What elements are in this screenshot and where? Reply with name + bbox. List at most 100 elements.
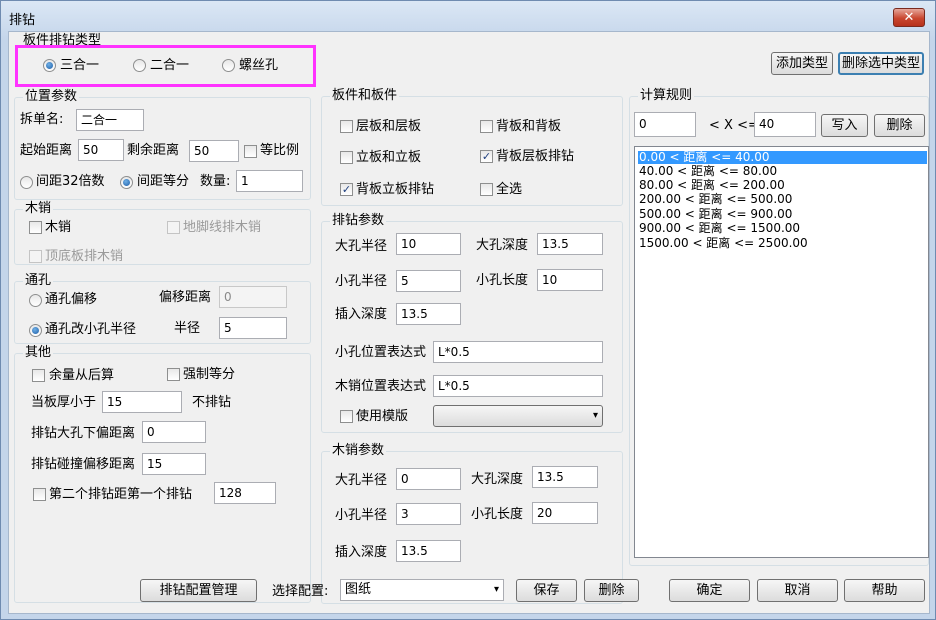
vert-vert-label[interactable]: 立板和立板 [356,150,421,166]
dialog-client: 板件排钻类型 三合一 二合一 螺丝孔 添加类型 删除选中类型 位置参数 拆单名:… [8,31,930,614]
big-offset-input[interactable]: 0 [142,421,206,443]
top-bottom-dowel-label: 顶底板排木销 [45,249,124,264]
spacing32-radio[interactable] [20,176,33,189]
split-name-input[interactable]: 二合一 [76,109,144,131]
chevron-down-icon: ▾ [493,584,499,595]
radio-erheyi[interactable] [133,59,146,72]
back-back-checkbox[interactable] [480,120,493,133]
spacing32-label[interactable]: 间距32倍数 [36,174,105,190]
radio-screw-hole-label[interactable]: 螺丝孔 [239,58,278,74]
skirting-dowel-checkbox[interactable] [167,221,180,234]
close-button[interactable]: ✕ [893,8,925,27]
offset-distance-label: 偏移距离 [159,290,212,305]
radio-sanheyi[interactable] [43,59,56,72]
radio-erheyi-label[interactable]: 二合一 [150,58,189,74]
rule-list[interactable]: 0.00 < 距离 <= 40.00 40.00 < 距离 <= 80.00 8… [634,146,929,558]
top-bottom-dowel-checkbox[interactable] [29,250,42,263]
small-radius-radio-label[interactable]: 通孔改小孔半径 [45,322,136,338]
rule-item[interactable]: 1500.00 < 距离 <= 2500.00 [638,237,809,250]
ok-button[interactable]: 确定 [669,579,750,602]
second-drill-input[interactable]: 128 [214,482,276,504]
big-offset-label: 排钻大孔下偏距离 [31,426,136,441]
delete-config-button[interactable]: 删除 [584,579,639,602]
force-equal-checkbox[interactable] [167,368,180,381]
save-button[interactable]: 保存 [516,579,577,602]
drill-small-radius-input[interactable]: 5 [396,270,461,292]
rule-item[interactable]: 500.00 < 距离 <= 900.00 [638,208,793,221]
equal-spacing-radio[interactable] [120,176,133,189]
remain-distance-input[interactable]: 50 [189,140,239,162]
offset-distance-input[interactable]: 0 [219,286,287,308]
drill-big-depth-input[interactable]: 13.5 [537,233,603,255]
drill-small-length-input[interactable]: 10 [537,269,603,291]
radio-screw-hole[interactable] [222,59,235,72]
select-all-label[interactable]: 全选 [496,182,522,198]
collision-offset-input[interactable]: 15 [142,453,206,475]
add-type-button[interactable]: 添加类型 [771,52,833,75]
dowel-checkbox-label[interactable]: 木销 [45,220,71,236]
back-layer-checkbox[interactable]: ✓ [480,150,493,163]
back-vert-label[interactable]: 背板立板排钻 [356,182,434,198]
count-input[interactable]: 1 [236,170,303,192]
radio-sanheyi-label[interactable]: 三合一 [60,58,99,74]
select-all-checkbox[interactable] [480,183,493,196]
rule-delete-button[interactable]: 删除 [874,114,925,137]
drill-params-label: 排钻参数 [330,213,387,229]
force-equal-label[interactable]: 强制等分 [183,367,235,383]
board-board-label: 板件和板件 [330,88,400,104]
rule-item[interactable]: 200.00 < 距离 <= 500.00 [638,193,793,206]
back-vert-checkbox[interactable]: ✓ [340,183,353,196]
drill-big-radius-input[interactable]: 10 [396,233,461,255]
dowel-pos-expr-input[interactable]: L*0.5 [433,375,603,397]
cancel-button[interactable]: 取消 [757,579,838,602]
dowel-group-label: 木销 [23,201,54,217]
dowel-small-length-label: 小孔长度 [471,507,524,522]
rule-min-input[interactable]: 0 [634,112,696,137]
config-manage-button[interactable]: 排钻配置管理 [140,579,257,602]
delete-selected-type-button[interactable]: 删除选中类型 [838,52,924,75]
proportional-checkbox[interactable] [244,145,257,158]
back-layer-label[interactable]: 背板层板排钻 [496,149,574,165]
remainder-label[interactable]: 余量从后算 [49,368,114,384]
rule-item[interactable]: 40.00 < 距离 <= 80.00 [638,165,778,178]
config-select[interactable]: 图纸 ▾ [340,579,504,601]
rule-item[interactable]: 80.00 < 距离 <= 200.00 [638,179,786,192]
dowel-insert-depth-label: 插入深度 [335,545,388,560]
through-offset-radio[interactable] [29,294,42,307]
template-select[interactable]: ▾ [433,405,603,427]
write-button[interactable]: 写入 [821,114,868,137]
help-button[interactable]: 帮助 [844,579,925,602]
dowel-checkbox[interactable] [29,221,42,234]
dowel-insert-depth-input[interactable]: 13.5 [396,540,461,562]
use-template-label[interactable]: 使用模版 [356,409,408,425]
second-drill-label[interactable]: 第二个排钻距第一个排钻 [49,487,192,503]
select-config-label: 选择配置: [272,584,329,599]
through-hole-group-label: 通孔 [23,273,54,289]
vert-vert-checkbox[interactable] [340,151,353,164]
small-radius-radio[interactable] [29,324,42,337]
layer-layer-label[interactable]: 层板和层板 [356,119,421,135]
rule-max-input[interactable]: 40 [754,112,816,137]
rule-item[interactable]: 900.00 < 距离 <= 1500.00 [638,222,801,235]
use-template-checkbox[interactable] [340,410,353,423]
dowel-big-depth-input[interactable]: 13.5 [532,466,598,488]
through-offset-label[interactable]: 通孔偏移 [45,292,97,308]
radius-input[interactable]: 5 [219,317,287,339]
back-back-label[interactable]: 背板和背板 [496,119,561,135]
rule-item[interactable]: 0.00 < 距离 <= 40.00 [638,151,927,164]
second-drill-checkbox[interactable] [33,488,46,501]
dowel-big-radius-input[interactable]: 0 [396,468,461,490]
start-distance-input[interactable]: 50 [78,139,124,161]
equal-spacing-label[interactable]: 间距等分 [137,174,189,190]
split-name-label: 拆单名: [20,112,64,127]
thickness-input[interactable]: 15 [102,391,182,413]
position-params-label: 位置参数 [23,89,80,105]
drill-insert-depth-input[interactable]: 13.5 [396,303,461,325]
small-pos-expr-input[interactable]: L*0.5 [433,341,603,363]
dowel-small-length-input[interactable]: 20 [532,502,598,524]
dowel-small-radius-input[interactable]: 3 [396,503,461,525]
dowel-small-radius-label: 小孔半径 [335,508,388,523]
proportional-label[interactable]: 等比例 [260,143,299,159]
layer-layer-checkbox[interactable] [340,120,353,133]
remainder-checkbox[interactable] [32,369,45,382]
